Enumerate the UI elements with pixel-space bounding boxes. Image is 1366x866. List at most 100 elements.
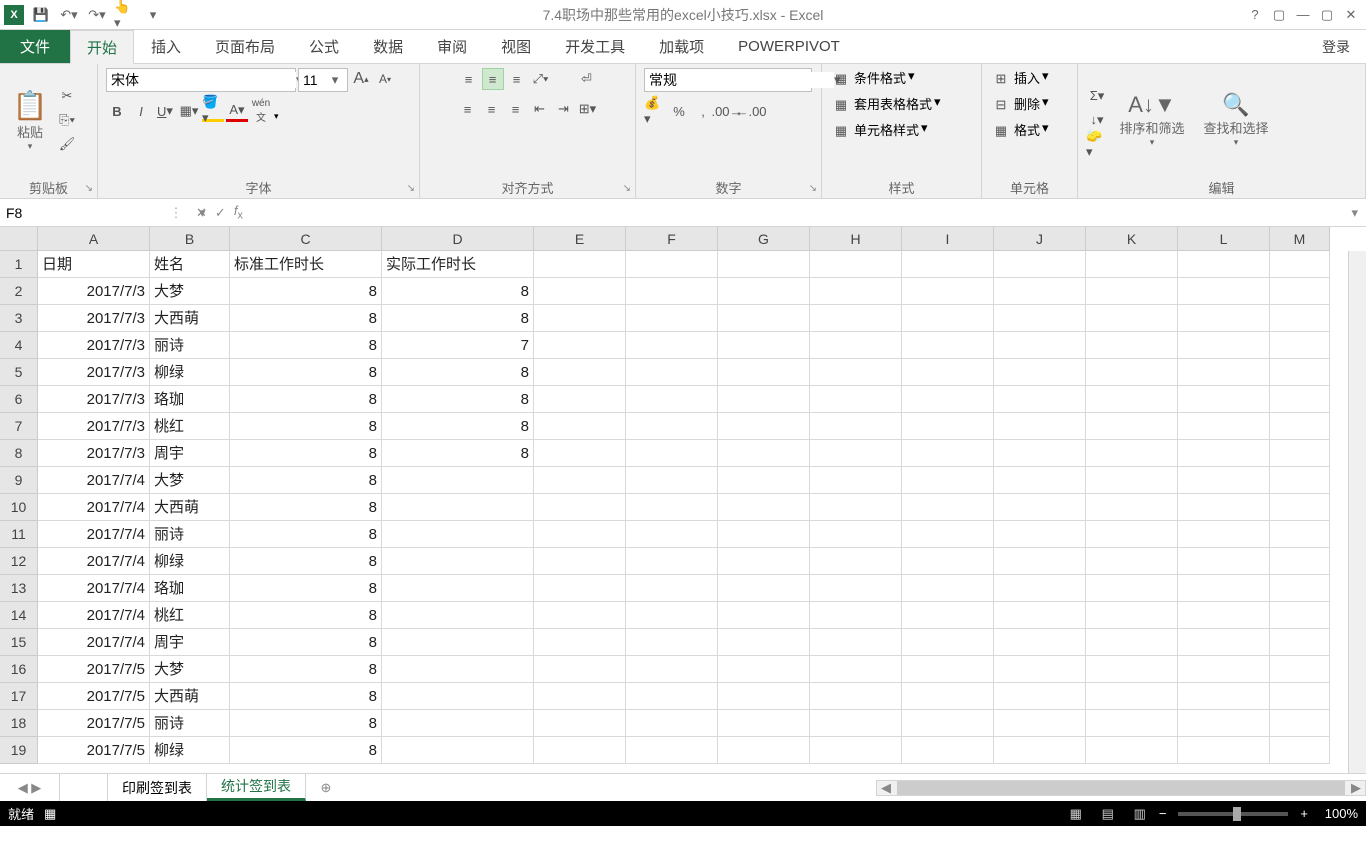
tab-developer[interactable]: 开发工具 bbox=[548, 30, 642, 63]
cell[interactable] bbox=[994, 386, 1086, 413]
cell[interactable] bbox=[1178, 278, 1270, 305]
cell[interactable] bbox=[1086, 494, 1178, 521]
cell[interactable] bbox=[1178, 332, 1270, 359]
row-header[interactable]: 3 bbox=[0, 305, 38, 332]
indent-icon[interactable]: ⇥ bbox=[553, 98, 575, 120]
cell[interactable] bbox=[718, 413, 810, 440]
cell[interactable] bbox=[1086, 629, 1178, 656]
cell[interactable]: 2017/7/3 bbox=[38, 332, 150, 359]
cell[interactable] bbox=[626, 440, 718, 467]
cell[interactable] bbox=[626, 467, 718, 494]
cell[interactable] bbox=[1270, 305, 1330, 332]
cell[interactable] bbox=[718, 359, 810, 386]
cell[interactable]: 8 bbox=[230, 386, 382, 413]
cell[interactable] bbox=[1270, 251, 1330, 278]
sheet-nav[interactable]: ◀ ▶ bbox=[0, 774, 60, 801]
formula-input[interactable] bbox=[251, 205, 1336, 221]
cell[interactable]: 2017/7/3 bbox=[38, 440, 150, 467]
cell[interactable] bbox=[1178, 467, 1270, 494]
cell[interactable] bbox=[1178, 521, 1270, 548]
cell[interactable] bbox=[1178, 575, 1270, 602]
cell[interactable] bbox=[902, 494, 994, 521]
cell[interactable]: 8 bbox=[230, 683, 382, 710]
align-expand-icon[interactable]: ↘ bbox=[623, 183, 631, 194]
tab-pagelayout[interactable]: 页面布局 bbox=[198, 30, 292, 63]
cell[interactable]: 大西萌 bbox=[150, 494, 230, 521]
cell[interactable]: 8 bbox=[230, 413, 382, 440]
table-style-button[interactable]: ▦套用表格格式▾ bbox=[830, 94, 941, 116]
cell[interactable] bbox=[382, 494, 534, 521]
cell[interactable] bbox=[902, 737, 994, 764]
cell[interactable] bbox=[810, 413, 902, 440]
row-header[interactable]: 12 bbox=[0, 548, 38, 575]
cell[interactable] bbox=[902, 683, 994, 710]
format-cells-button[interactable]: ▦格式▾ bbox=[990, 120, 1049, 142]
cell[interactable]: 2017/7/4 bbox=[38, 602, 150, 629]
cell[interactable]: 大梦 bbox=[150, 278, 230, 305]
cell[interactable] bbox=[626, 575, 718, 602]
cell[interactable] bbox=[718, 548, 810, 575]
column-header[interactable]: B bbox=[150, 227, 230, 251]
cell[interactable] bbox=[994, 467, 1086, 494]
page-break-view-icon[interactable]: ▥ bbox=[1127, 805, 1153, 823]
cell[interactable] bbox=[1178, 413, 1270, 440]
clipboard-expand-icon[interactable]: ↘ bbox=[85, 183, 93, 194]
tab-view[interactable]: 视图 bbox=[484, 30, 548, 63]
tab-file[interactable]: 文件 bbox=[0, 30, 70, 63]
row-header[interactable]: 16 bbox=[0, 656, 38, 683]
cell[interactable] bbox=[810, 494, 902, 521]
cell[interactable]: 8 bbox=[230, 602, 382, 629]
cell[interactable]: 8 bbox=[230, 575, 382, 602]
cell[interactable]: 姓名 bbox=[150, 251, 230, 278]
column-header[interactable]: C bbox=[230, 227, 382, 251]
cell[interactable]: 8 bbox=[382, 440, 534, 467]
cell[interactable] bbox=[1178, 656, 1270, 683]
cell[interactable] bbox=[626, 602, 718, 629]
cell[interactable] bbox=[810, 440, 902, 467]
cell[interactable] bbox=[626, 251, 718, 278]
cell[interactable] bbox=[902, 575, 994, 602]
cell[interactable] bbox=[810, 656, 902, 683]
cell[interactable] bbox=[994, 359, 1086, 386]
wrap-text-icon[interactable]: ⏎ bbox=[576, 68, 598, 90]
cell[interactable] bbox=[902, 359, 994, 386]
cell[interactable] bbox=[1086, 467, 1178, 494]
cell[interactable] bbox=[1086, 278, 1178, 305]
row-header[interactable]: 7 bbox=[0, 413, 38, 440]
tab-review[interactable]: 审阅 bbox=[420, 30, 484, 63]
normal-view-icon[interactable]: ▦ bbox=[1063, 805, 1089, 823]
cell[interactable]: 2017/7/3 bbox=[38, 305, 150, 332]
select-all-corner[interactable] bbox=[0, 227, 38, 251]
insert-function-icon[interactable]: fx bbox=[234, 203, 243, 222]
column-header[interactable]: L bbox=[1178, 227, 1270, 251]
column-header[interactable]: E bbox=[534, 227, 626, 251]
column-header[interactable]: F bbox=[626, 227, 718, 251]
cell[interactable] bbox=[994, 278, 1086, 305]
cell[interactable]: 2017/7/4 bbox=[38, 521, 150, 548]
column-header[interactable]: A bbox=[38, 227, 150, 251]
underline-icon[interactable]: U▾ bbox=[154, 100, 176, 122]
cell[interactable] bbox=[382, 548, 534, 575]
cell[interactable] bbox=[810, 251, 902, 278]
column-header[interactable]: K bbox=[1086, 227, 1178, 251]
cell[interactable] bbox=[718, 683, 810, 710]
cell[interactable] bbox=[534, 413, 626, 440]
cell[interactable] bbox=[902, 602, 994, 629]
cell[interactable] bbox=[534, 386, 626, 413]
cell[interactable] bbox=[1086, 359, 1178, 386]
cell[interactable] bbox=[1270, 629, 1330, 656]
cell[interactable] bbox=[994, 710, 1086, 737]
cell[interactable] bbox=[382, 629, 534, 656]
cell[interactable] bbox=[626, 359, 718, 386]
cell[interactable] bbox=[534, 359, 626, 386]
zoom-in-icon[interactable]: + bbox=[1300, 806, 1308, 821]
cell[interactable] bbox=[1086, 521, 1178, 548]
cell[interactable] bbox=[994, 413, 1086, 440]
row-header[interactable]: 4 bbox=[0, 332, 38, 359]
cell[interactable] bbox=[626, 494, 718, 521]
cell[interactable] bbox=[718, 602, 810, 629]
cell[interactable] bbox=[1178, 629, 1270, 656]
cell[interactable] bbox=[1270, 548, 1330, 575]
cell[interactable] bbox=[718, 386, 810, 413]
border-icon[interactable]: ▦▾ bbox=[178, 100, 200, 122]
